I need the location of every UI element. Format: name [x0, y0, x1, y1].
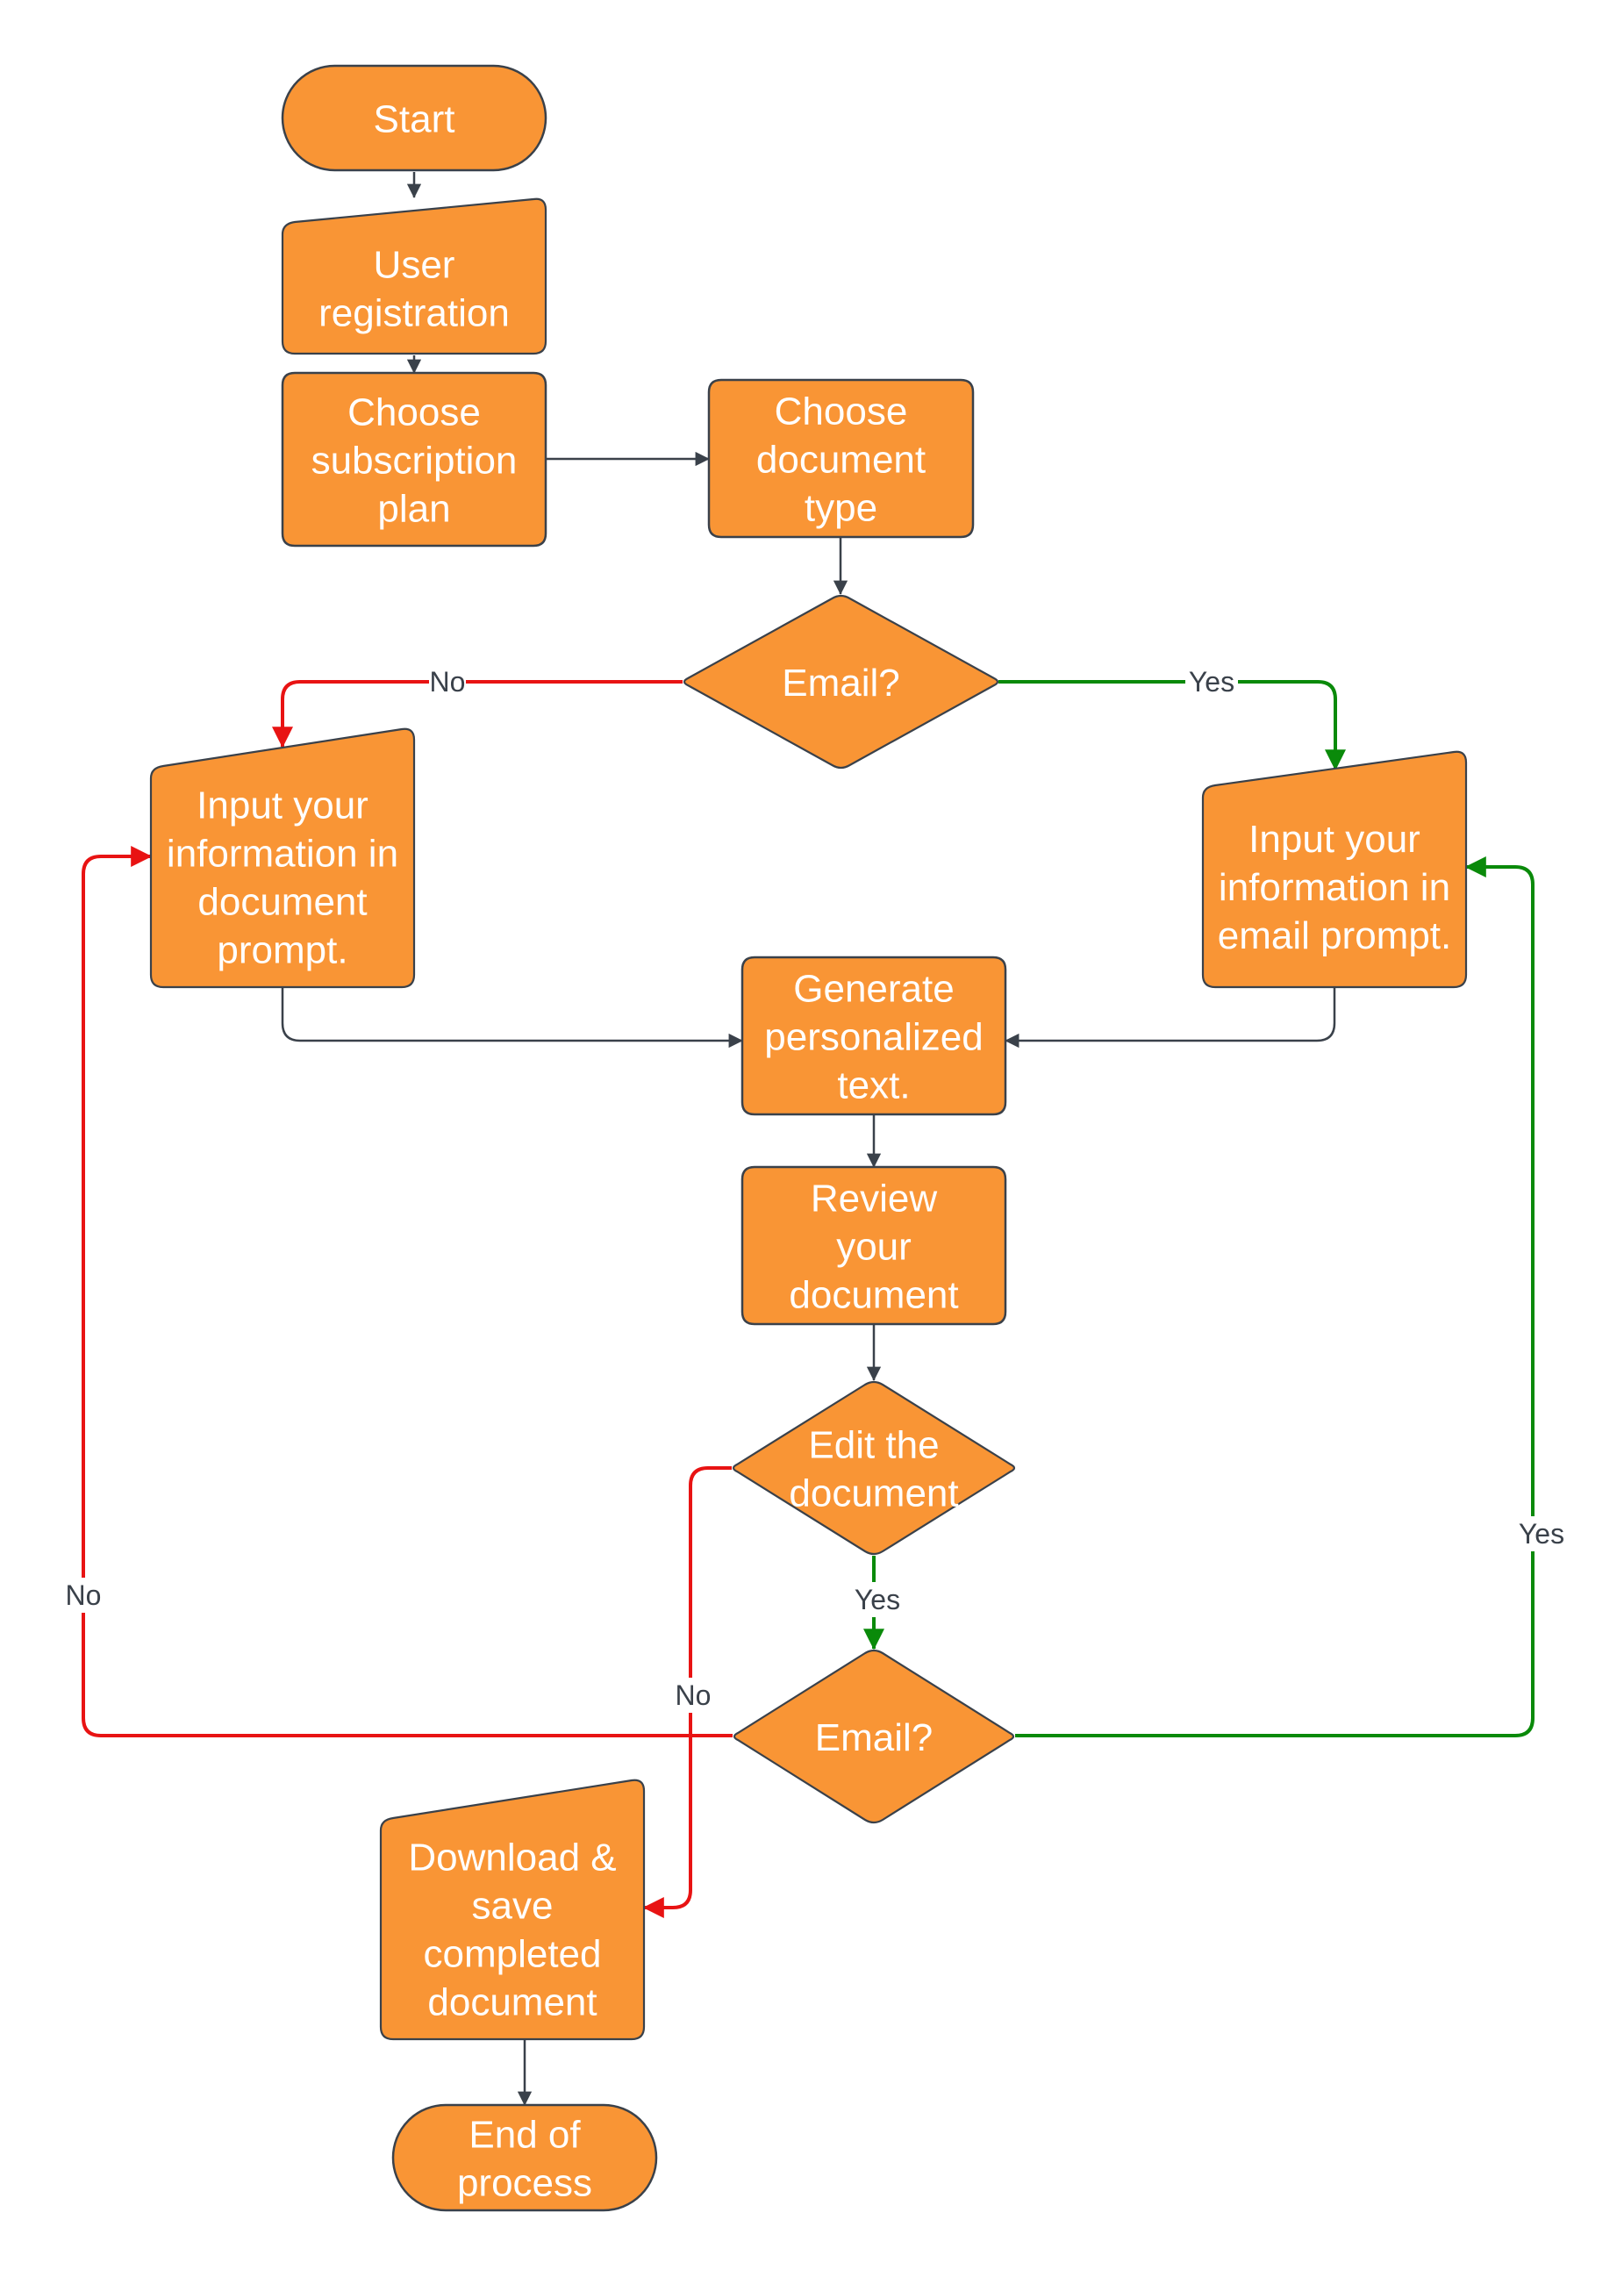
edge-label-yes: Yes — [1185, 664, 1238, 699]
node-input-document-prompt[interactable]: Input your information in document prompt. — [149, 727, 416, 989]
node-label-line: subscription — [311, 439, 518, 482]
node-email-decision-2[interactable]: Email? — [733, 1649, 1015, 1824]
edge-label-text: Yes — [855, 1584, 900, 1615]
node-label-line: type — [805, 486, 877, 529]
node-label-line: document — [756, 438, 926, 481]
edge-label-yes: Yes — [1515, 1516, 1568, 1551]
node-label: Email? — [815, 1716, 934, 1759]
node-label-line: personalized — [764, 1015, 984, 1058]
edge-label-no: No — [675, 1678, 712, 1713]
node-label-line: completed — [423, 1932, 601, 1975]
edge-label-no: No — [429, 664, 466, 699]
connector-email-decision-2-to-input-email-prompt[interactable] — [1015, 856, 1535, 1737]
node-label-line: Email? — [782, 662, 900, 705]
node-label: Start — [374, 97, 455, 140]
node-label-line: document — [427, 1980, 597, 2023]
edge-label-text: No — [676, 1679, 712, 1711]
node-label-line: text. — [837, 1063, 910, 1106]
node-choose-subscription-plan[interactable]: Choose subscription plan — [281, 371, 547, 548]
node-label-line: prompt. — [217, 928, 347, 971]
edge-label-no: No — [65, 1578, 102, 1613]
connector-email-decision-1-to-input-document-prompt[interactable] — [272, 680, 683, 748]
node-label-line: registration — [318, 291, 510, 334]
node-label-line: Generate — [793, 967, 954, 1010]
node-user-registration[interactable]: User registration — [281, 197, 547, 355]
node-label-line: document — [789, 1273, 958, 1316]
connector-input-document-prompt-to-generate-personalized-text[interactable] — [281, 987, 743, 1049]
node-input-email-prompt[interactable]: Input your information in email prompt. — [1201, 750, 1468, 989]
flowchart-canvas: Start User registration Choose subscription p… — [65, 64, 1568, 2212]
node-label-line: Download & — [408, 1836, 616, 1879]
node-label-line: End of — [469, 2113, 581, 2156]
node-label-line: Review — [811, 1177, 937, 1220]
node-label-line: Edit the — [808, 1423, 939, 1466]
node-email-decision-1[interactable]: Email? — [683, 594, 999, 770]
edge-label-text: Yes — [1519, 1518, 1564, 1550]
node-label-line: information in — [167, 832, 398, 875]
node-label-line: document — [197, 880, 367, 923]
connector-email-decision-2-to-input-document-prompt[interactable] — [82, 846, 733, 1737]
edge-label-yes: Yes — [851, 1582, 904, 1617]
connector-email-decision-1-to-input-email-prompt[interactable] — [998, 680, 1346, 771]
decision-shape — [732, 1380, 1016, 1556]
node-label-line: information in — [1219, 866, 1450, 909]
edge-label-text: Yes — [1189, 666, 1234, 698]
edge-label-text: No — [66, 1579, 102, 1611]
node-label-line: email prompt. — [1218, 914, 1452, 957]
node-end[interactable]: End of process — [391, 2103, 658, 2212]
edge-label-text: No — [430, 666, 466, 698]
node-choose-document-type[interactable]: Choose document type — [707, 378, 975, 539]
connector-input-email-prompt-to-generate-personalized-text[interactable] — [1005, 987, 1336, 1049]
node-label: Email? — [782, 662, 900, 705]
node-label-line: process — [457, 2161, 592, 2204]
node-review-document[interactable]: Review your document — [740, 1165, 1007, 1326]
node-label-line: document — [789, 1471, 958, 1514]
node-label: Input your information in email prompt. — [1218, 818, 1452, 957]
node-label-line: User — [374, 243, 455, 286]
node-label-line: Input your — [197, 784, 368, 827]
node-label-line: Choose — [347, 390, 481, 433]
node-label-line: Start — [374, 97, 455, 140]
node-start[interactable]: Start — [281, 64, 547, 172]
node-label-line: Input your — [1248, 818, 1420, 861]
node-label-line: save — [472, 1884, 554, 1927]
node-label-line: Choose — [775, 390, 908, 433]
node-edit-document-decision[interactable]: Edit the document — [732, 1380, 1016, 1556]
node-download-save[interactable]: Download & save completed document — [379, 1779, 646, 2041]
node-generate-personalized-text[interactable]: Generate personalized text. — [740, 956, 1007, 1116]
node-label-line: Email? — [815, 1716, 934, 1759]
node-label-line: your — [836, 1225, 912, 1268]
node-label-line: plan — [377, 487, 450, 530]
